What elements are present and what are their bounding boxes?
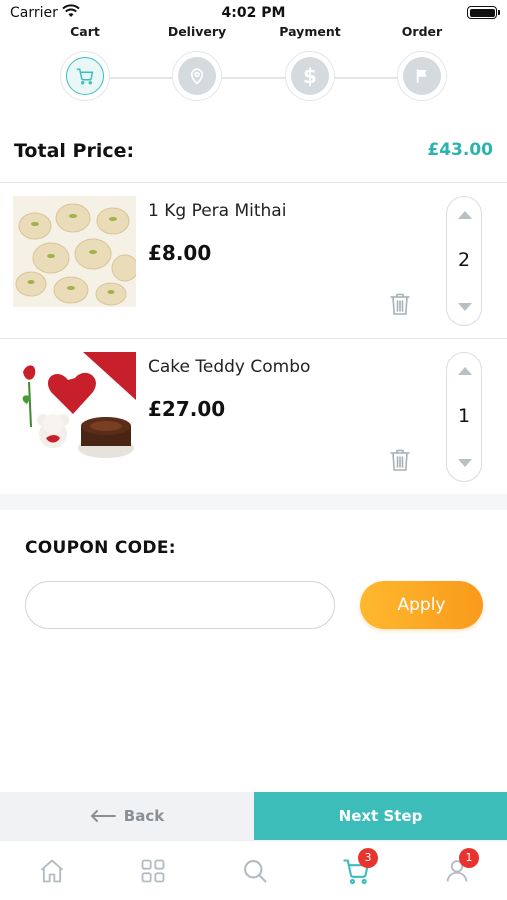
checkout-action-bar: Back Next Step bbox=[0, 792, 507, 840]
increase-quantity-button[interactable] bbox=[458, 367, 472, 375]
step-order[interactable]: Order bbox=[367, 24, 477, 101]
step-ring: $ bbox=[285, 51, 335, 101]
total-price-row: Total Price: £43.00 bbox=[0, 138, 507, 168]
arrow-left-icon bbox=[90, 810, 116, 822]
cart-item: Cake Teddy Combo £27.00 1 bbox=[0, 339, 507, 495]
step-label: Delivery bbox=[167, 24, 227, 39]
quantity-value: 1 bbox=[457, 405, 471, 427]
total-price-value: £43.00 bbox=[427, 140, 493, 160]
tab-categories[interactable] bbox=[139, 857, 167, 885]
item-name: Cake Teddy Combo bbox=[148, 357, 311, 377]
checkout-stepper: Cart Delivery Payment $ Order bbox=[0, 24, 507, 106]
section-divider bbox=[0, 494, 507, 510]
home-icon bbox=[40, 859, 64, 883]
quantity-value: 2 bbox=[457, 249, 471, 271]
apply-coupon-button[interactable]: Apply bbox=[360, 581, 483, 629]
tab-home[interactable] bbox=[38, 857, 66, 885]
dollar-icon: $ bbox=[303, 64, 317, 88]
flag-icon bbox=[416, 69, 427, 83]
increase-quantity-button[interactable] bbox=[458, 211, 472, 219]
tab-cart[interactable]: 3 bbox=[342, 848, 378, 885]
battery-icon bbox=[467, 6, 500, 19]
trash-icon[interactable] bbox=[389, 448, 411, 472]
decrease-quantity-button[interactable] bbox=[458, 303, 472, 311]
notification-badge: 1 bbox=[459, 848, 479, 868]
trash-icon[interactable] bbox=[389, 292, 411, 316]
clock: 4:02 PM bbox=[221, 5, 286, 21]
cart-item-list: 1 Kg Pera Mithai £8.00 2 Cake Teddy Comb… bbox=[0, 182, 507, 495]
grid-icon bbox=[141, 859, 165, 883]
cake-teddy-combo-photo bbox=[13, 352, 136, 463]
total-price-label: Total Price: bbox=[14, 140, 135, 162]
quantity-stepper: 1 bbox=[446, 352, 482, 482]
quantity-stepper: 2 bbox=[446, 196, 482, 326]
cart-icon bbox=[76, 68, 94, 85]
step-dot bbox=[178, 57, 216, 95]
cart-count-badge: 3 bbox=[358, 848, 378, 868]
item-name: 1 Kg Pera Mithai bbox=[148, 201, 287, 221]
step-dot bbox=[66, 57, 104, 95]
pera-mithai-photo bbox=[13, 196, 136, 307]
item-price: £8.00 bbox=[148, 241, 212, 265]
coupon-code-input[interactable] bbox=[25, 581, 335, 629]
step-dot bbox=[403, 57, 441, 95]
step-ring bbox=[60, 51, 110, 101]
tab-search[interactable] bbox=[241, 857, 269, 885]
tab-profile[interactable]: 1 bbox=[443, 848, 479, 885]
step-label: Cart bbox=[70, 24, 100, 39]
location-pin-icon bbox=[190, 68, 204, 85]
step-label: Payment bbox=[279, 24, 341, 39]
item-price: £27.00 bbox=[148, 397, 226, 421]
search-icon bbox=[244, 860, 267, 883]
step-delivery[interactable]: Delivery bbox=[142, 24, 252, 101]
back-label: Back bbox=[123, 807, 165, 825]
back-button[interactable]: Back bbox=[0, 792, 254, 840]
next-step-button[interactable]: Next Step bbox=[254, 792, 507, 840]
bottom-tab-bar: 3 1 bbox=[0, 840, 507, 900]
step-ring bbox=[172, 51, 222, 101]
decrease-quantity-button[interactable] bbox=[458, 459, 472, 467]
step-cart[interactable]: Cart bbox=[30, 24, 140, 101]
step-label: Order bbox=[401, 24, 443, 39]
coupon-code-title: COUPON CODE: bbox=[25, 538, 176, 558]
stepper-line bbox=[85, 77, 422, 79]
cart-item: 1 Kg Pera Mithai £8.00 2 bbox=[0, 183, 507, 339]
step-dot: $ bbox=[291, 57, 329, 95]
status-bar: Carrier 4:02 PM bbox=[0, 0, 507, 26]
step-payment[interactable]: Payment $ bbox=[255, 24, 365, 101]
step-ring bbox=[397, 51, 447, 101]
